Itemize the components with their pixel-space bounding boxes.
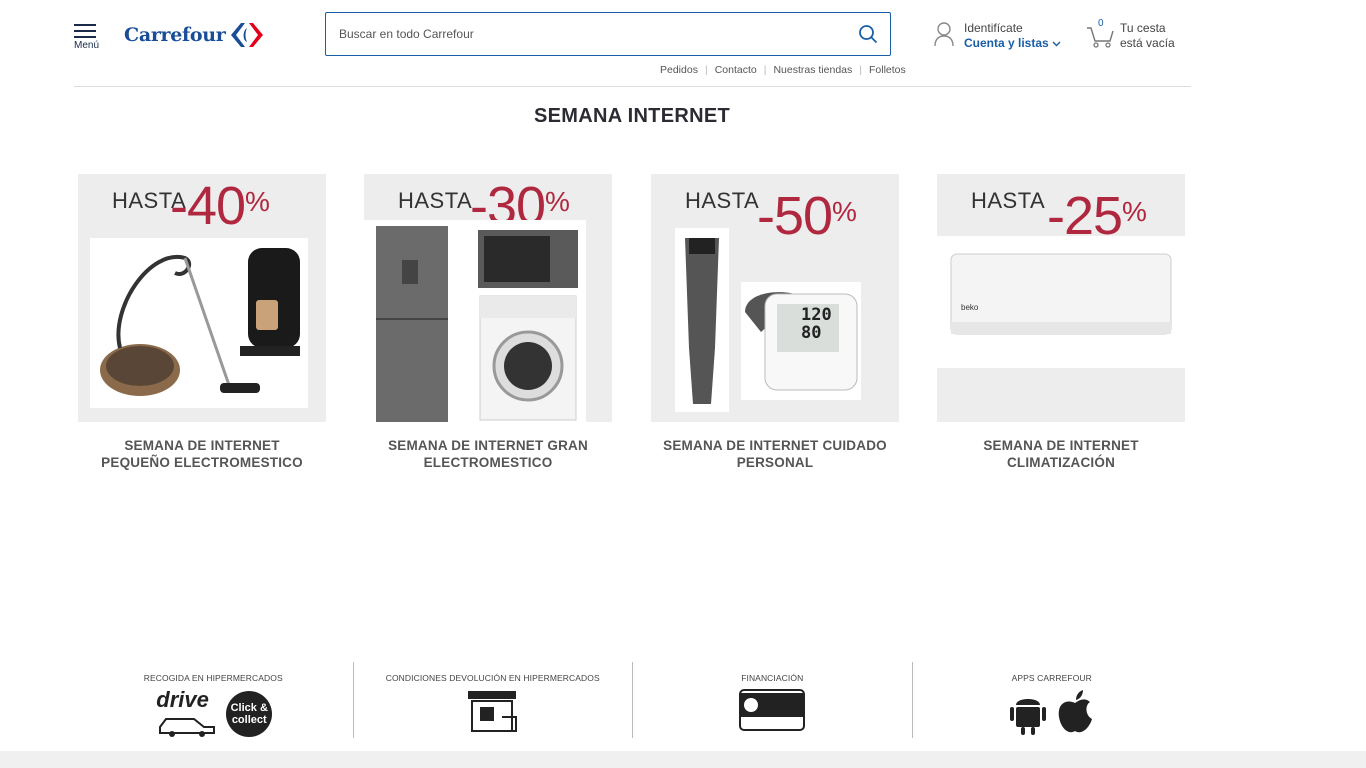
page-title: SEMANA INTERNET (534, 105, 730, 127)
promo-hasta: HASTA (398, 188, 473, 213)
promo-card-cuidado-personal[interactable]: HASTA -50% 120 80 SEMANA DE INTERNET CUID… (651, 174, 899, 471)
header-divider (74, 86, 1191, 87)
link-pedidos[interactable]: Pedidos (660, 64, 698, 76)
promo-image: HASTA -50% 120 80 (651, 174, 899, 422)
promo-hasta: HASTA (971, 188, 1046, 213)
click-collect-text: Click & collect (230, 702, 268, 726)
air-conditioner-image: beko (937, 236, 1185, 368)
cart-count: 0 (1098, 18, 1104, 29)
vacuum-and-coffee-image (90, 238, 308, 408)
carrefour-logo-icon (230, 23, 263, 47)
promo-image: HASTA -30% (364, 174, 612, 422)
apple-icon[interactable] (1055, 689, 1095, 735)
account-greeting: Identifícate (964, 21, 1023, 35)
microwave-and-washer-image (460, 220, 586, 422)
percent-sign: % (245, 186, 270, 217)
bp-reading: 120 80 (801, 306, 832, 342)
cart-line1: Tu cesta (1120, 21, 1166, 35)
search-bar (325, 12, 891, 56)
carrefour-logo[interactable]: Carrefour (124, 22, 264, 48)
promo-caption: SEMANA DE INTERNET PEQUEÑO ELECTROMESTIC… (101, 438, 303, 470)
android-icon[interactable] (1009, 689, 1047, 735)
card-icon (739, 689, 806, 731)
menu-label: Menú (74, 40, 100, 51)
svg-text:beko: beko (961, 303, 979, 312)
header-sublinks: Pedidos | Contacto | Nuestras tiendas | Fol… (660, 64, 906, 76)
account-menu[interactable]: Identifícate Cuenta y listas (933, 21, 1061, 51)
click-and-collect-icon: Click & collect (226, 691, 273, 737)
footer-bar (0, 751, 1366, 768)
link-nuestras-tiendas[interactable]: Nuestras tiendas (773, 64, 852, 76)
discount-value: -40 (170, 176, 246, 236)
menu-button[interactable]: Menú (74, 24, 100, 51)
percent-sign: % (545, 186, 570, 217)
feature-title: CONDICIONES DEVOLUCIÓN EN HIPERMERCADOS (385, 673, 600, 683)
feature-title: RECOGIDA EN HIPERMERCADOS (143, 673, 283, 683)
feature-recogida[interactable]: RECOGIDA EN HIPERMERCADOS drive Click & … (74, 662, 353, 738)
discount-value: -50 (757, 186, 833, 246)
search-icon[interactable] (846, 12, 890, 56)
service-features: RECOGIDA EN HIPERMERCADOS drive Click & … (74, 662, 1191, 738)
logo-text: Carrefour (124, 24, 226, 46)
bp-systolic: 120 (801, 305, 832, 325)
cart-line2: está vacía (1120, 36, 1175, 50)
link-folletos[interactable]: Folletos (869, 64, 906, 76)
promo-image: HASTA -40% (78, 174, 326, 422)
feature-title: FINANCIACIÓN (741, 673, 804, 683)
fridge-image (364, 220, 460, 422)
promo-hasta: HASTA (685, 188, 760, 213)
drive-icon: drive (154, 687, 218, 739)
promo-card-gran-electro[interactable]: HASTA -30% SEMANA DE INTERNET GRAN ELECT… (364, 174, 612, 471)
promo-caption: SEMANA DE INTERNET CUIDADO PERSONAL (663, 438, 887, 470)
store-return-icon (467, 691, 517, 732)
search-input[interactable] (326, 13, 846, 55)
bp-diastolic: 80 (801, 323, 822, 343)
promo-discount: -50% (757, 186, 857, 246)
trimmer-image (675, 228, 729, 412)
feature-financiacion[interactable]: FINANCIACIÓN (632, 662, 912, 738)
percent-sign: % (832, 196, 857, 227)
promo-discount: -40% (170, 176, 270, 236)
cart-button[interactable]: 0 Tu cesta está vacía (1086, 18, 1175, 51)
feature-devolucion[interactable]: CONDICIONES DEVOLUCIÓN EN HIPERMERCADOS (352, 662, 633, 738)
blood-pressure-monitor-image: 120 80 (741, 282, 861, 400)
percent-sign: % (1122, 196, 1147, 227)
feature-title: APPS CARREFOUR (1011, 673, 1092, 683)
chevron-down-icon (1052, 41, 1061, 47)
link-contacto[interactable]: Contacto (715, 64, 757, 76)
promo-image: HASTA -25% beko (937, 174, 1185, 422)
feature-apps[interactable]: APPS CARREFOUR (911, 662, 1192, 738)
promo-card-pequeno-electro[interactable]: HASTA -40% SEMANA DE INTERNET PEQUEÑO EL… (78, 174, 326, 471)
promo-caption: SEMANA DE INTERNET CLIMATIZACIÓN (983, 438, 1139, 470)
hamburger-icon (74, 24, 98, 38)
account-lists-label: Cuenta y listas (964, 36, 1049, 50)
promo-caption: SEMANA DE INTERNET GRAN ELECTROMESTICO (388, 438, 588, 470)
promo-card-climatizacion[interactable]: HASTA -25% beko SEMANA DE INTERNET CLIMA… (937, 174, 1185, 471)
page: Menú Carrefour Pedidos| Contacto| Nuestr… (0, 0, 1366, 768)
user-icon (934, 22, 954, 47)
